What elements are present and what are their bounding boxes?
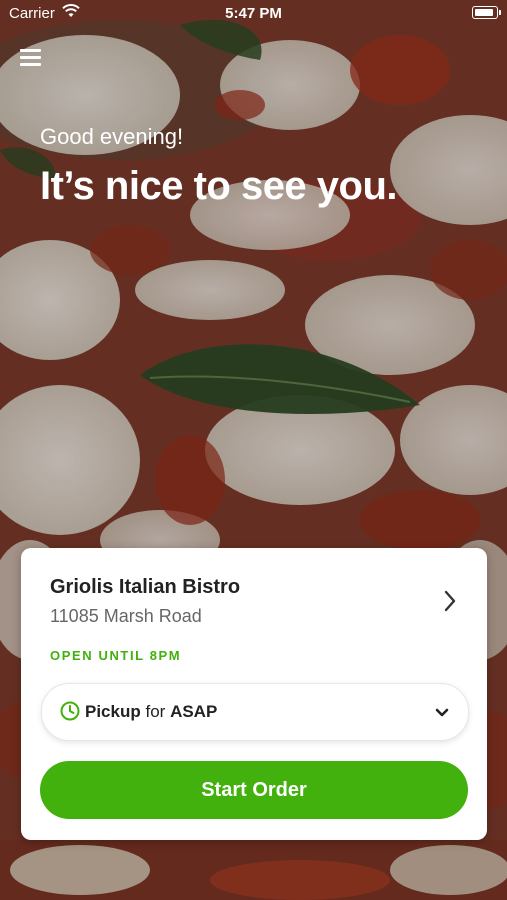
start-order-button[interactable]: Start Order [40, 761, 468, 819]
hours-status: OPEN UNTIL 8PM [50, 648, 182, 663]
order-mode-label: Pickup for ASAP [85, 702, 217, 722]
greeting-headline: It’s nice to see you. [40, 164, 398, 208]
restaurant-address: 11085 Marsh Road [50, 606, 202, 626]
battery-icon [472, 6, 501, 19]
restaurant-card: Griolis Italian Bistro 11085 Marsh Road … [21, 548, 487, 840]
order-method: Pickup [85, 702, 141, 721]
greeting-salutation: Good evening! [40, 124, 184, 149]
clock-time: 5:47 PM [225, 5, 282, 22]
hamburger-icon[interactable] [20, 48, 41, 66]
clock-icon [60, 701, 80, 721]
order-connector: for [145, 702, 166, 721]
status-bar: Carrier 5:47 PM [0, 0, 507, 28]
order-time: ASAP [170, 702, 218, 721]
chevron-down-icon [434, 706, 450, 718]
order-mode-selector[interactable]: Pickup for ASAP [41, 683, 469, 741]
chevron-right-icon[interactable] [439, 588, 461, 614]
restaurant-name: Griolis Italian Bistro [50, 576, 241, 598]
